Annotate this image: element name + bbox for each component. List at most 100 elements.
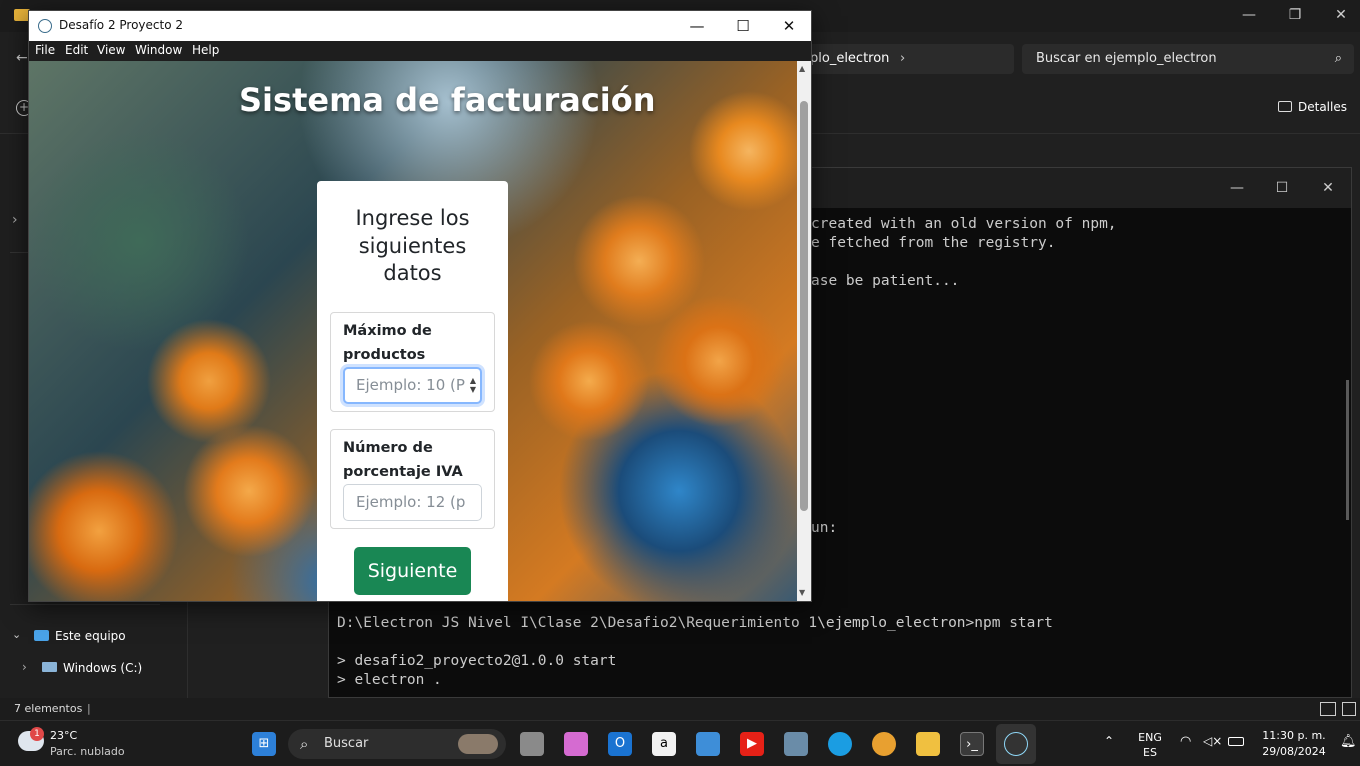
terminal-scrollbar[interactable] bbox=[1346, 380, 1349, 520]
close-icon[interactable]: ✕ bbox=[1318, 4, 1360, 26]
weather-temp[interactable]: 23°C bbox=[50, 729, 77, 742]
terminal-line: > desafio2_proyecto2@1.0.0 start bbox=[337, 653, 617, 669]
terminal-line: created with an old version of npm, bbox=[811, 216, 1117, 232]
terminal-line: D:\Electron JS Nivel I\Clase 2\Desafio2\… bbox=[337, 615, 1053, 631]
field-iva-percentage: Número de porcentaje IVA Ejemplo: 12 (p bbox=[330, 429, 495, 529]
weather-badge: 1 bbox=[30, 727, 44, 741]
chevron-down-icon[interactable]: ⌄ bbox=[12, 628, 21, 641]
scroll-down-icon[interactable]: ▼ bbox=[799, 588, 805, 597]
task-view-icon[interactable] bbox=[520, 732, 544, 756]
nav-item-this-pc[interactable]: Este equipo bbox=[55, 629, 126, 643]
item-count: 7 elementos bbox=[14, 702, 83, 715]
address-bar[interactable]: plo_electron › bbox=[800, 44, 1014, 74]
search-placeholder: Buscar en ejemplo_electron bbox=[1036, 51, 1217, 66]
store-icon[interactable] bbox=[696, 732, 720, 756]
close-icon[interactable]: ✕ bbox=[1313, 177, 1343, 199]
chevron-right-icon[interactable]: › bbox=[900, 44, 905, 74]
card-title-line: datos bbox=[383, 261, 442, 285]
menu-file[interactable]: File bbox=[35, 43, 55, 57]
language-line2[interactable]: ES bbox=[1136, 746, 1164, 759]
card-title-line: Ingrese los bbox=[355, 206, 470, 230]
menubar: File Edit View Window Help bbox=[29, 41, 811, 61]
minimize-icon[interactable]: — bbox=[1222, 177, 1252, 199]
amazon-icon[interactable]: a bbox=[652, 732, 676, 756]
terminal-line: un: bbox=[811, 520, 838, 536]
outlook-icon[interactable]: O bbox=[608, 732, 632, 756]
terminal-line: > electron . bbox=[337, 672, 442, 688]
scroll-thumb[interactable] bbox=[800, 101, 808, 511]
card-title-line: siguientes bbox=[358, 233, 467, 258]
field-max-products: Máximo de productos Ejemplo: 10 (P ▲ ▼ bbox=[330, 312, 495, 412]
youtube-icon[interactable]: ▶ bbox=[740, 732, 764, 756]
field-label: Número de bbox=[343, 440, 433, 456]
details-pane-icon bbox=[1278, 101, 1292, 112]
status-separator: | bbox=[87, 702, 91, 715]
menu-view[interactable]: View bbox=[97, 43, 125, 57]
clock-time[interactable]: 11:30 p. m. bbox=[1254, 729, 1334, 742]
back-arrow-icon[interactable]: ← bbox=[16, 50, 28, 66]
nav-item-windows-c[interactable]: Windows (C:) bbox=[63, 661, 142, 675]
maximize-icon[interactable]: ☐ bbox=[1267, 177, 1297, 199]
wifi-icon[interactable]: ◠ bbox=[1180, 734, 1191, 749]
field-label: Máximo de bbox=[343, 323, 432, 339]
menu-window[interactable]: Window bbox=[135, 43, 182, 57]
chrome-icon[interactable] bbox=[872, 732, 896, 756]
explorer-search-input[interactable]: Buscar en ejemplo_electron ⌕ bbox=[1022, 44, 1354, 74]
input-placeholder: Ejemplo: 10 (P bbox=[356, 376, 465, 394]
max-products-input[interactable]: Ejemplo: 10 (P ▲ ▼ bbox=[343, 367, 482, 404]
iva-percentage-input[interactable]: Ejemplo: 12 (p bbox=[343, 484, 482, 521]
tiles-view-icon[interactable] bbox=[1342, 702, 1356, 716]
search-icon: ⌕ bbox=[1334, 51, 1342, 66]
clock-date[interactable]: 29/08/2024 bbox=[1254, 745, 1334, 758]
restore-icon[interactable]: ❐ bbox=[1272, 4, 1318, 26]
form-card: Ingrese los siguientes datos Máximo de p… bbox=[317, 181, 508, 601]
details-view-icon[interactable] bbox=[1320, 702, 1336, 716]
terminal-line: ase be patient... bbox=[811, 273, 960, 289]
number-spinner-icon[interactable]: ▲ ▼ bbox=[469, 376, 476, 394]
battery-icon[interactable] bbox=[1228, 737, 1244, 746]
app-titlebar: Desafío 2 Proyecto 2 — ☐ ✕ bbox=[29, 11, 811, 41]
calculator-icon[interactable] bbox=[784, 732, 808, 756]
minimize-icon[interactable]: — bbox=[674, 15, 720, 37]
field-label: productos bbox=[343, 347, 426, 363]
input-placeholder: Ejemplo: 12 (p bbox=[356, 493, 466, 511]
app-scrollbar[interactable]: ▲ ▼ bbox=[797, 61, 811, 601]
terminal-line: e fetched from the registry. bbox=[811, 235, 1056, 251]
app-content: Sistema de facturación Ingrese los sigui… bbox=[29, 61, 797, 601]
copilot-icon[interactable] bbox=[564, 732, 588, 756]
card-title: Ingrese los siguientes datos bbox=[317, 205, 508, 288]
electron-icon[interactable] bbox=[1004, 732, 1028, 756]
close-icon[interactable]: ✕ bbox=[766, 15, 812, 37]
chevron-right-icon[interactable]: › bbox=[22, 660, 27, 674]
volume-muted-icon[interactable]: ◁× bbox=[1203, 734, 1222, 748]
taskbar-search[interactable]: ⌕ Buscar bbox=[288, 729, 506, 759]
minimize-icon[interactable]: — bbox=[1226, 4, 1272, 26]
menu-help[interactable]: Help bbox=[192, 43, 219, 57]
menu-edit[interactable]: Edit bbox=[65, 43, 88, 57]
page-title: Sistema de facturación bbox=[239, 81, 656, 119]
language-line1[interactable]: ENG bbox=[1136, 731, 1164, 744]
search-highlight-icon bbox=[458, 734, 498, 754]
drive-icon bbox=[42, 662, 57, 672]
address-text: plo_electron bbox=[810, 51, 890, 66]
file-explorer-icon[interactable] bbox=[916, 732, 940, 756]
taskbar-search-label: Buscar bbox=[324, 736, 369, 751]
scroll-up-icon[interactable]: ▲ bbox=[799, 64, 805, 73]
weather-desc[interactable]: Parc. nublado bbox=[50, 745, 125, 758]
computer-icon bbox=[34, 630, 49, 641]
electron-logo-icon bbox=[38, 19, 52, 33]
electron-app-window: Desafío 2 Proyecto 2 — ☐ ✕ File Edit Vie… bbox=[28, 10, 812, 602]
expand-chevron-icon[interactable]: › bbox=[12, 212, 18, 228]
maximize-icon[interactable]: ☐ bbox=[720, 15, 766, 37]
tray-chevron-up-icon[interactable]: ⌃ bbox=[1104, 734, 1114, 748]
window-title: Desafío 2 Proyecto 2 bbox=[59, 18, 184, 32]
siguiente-button[interactable]: Siguiente bbox=[354, 547, 471, 595]
edge-icon[interactable] bbox=[828, 732, 852, 756]
field-label: porcentaje IVA bbox=[343, 464, 463, 480]
search-icon: ⌕ bbox=[300, 735, 309, 753]
taskbar: 1 23°C Parc. nublado ⊞ ⌕ Buscar O a ▶ ›_… bbox=[0, 720, 1360, 766]
terminal-icon[interactable]: ›_ bbox=[960, 732, 984, 756]
notification-bell-icon[interactable]: 🔔︎ bbox=[1340, 734, 1357, 749]
details-button[interactable]: Detalles bbox=[1278, 100, 1347, 114]
windows-start-icon[interactable]: ⊞ bbox=[252, 732, 276, 756]
